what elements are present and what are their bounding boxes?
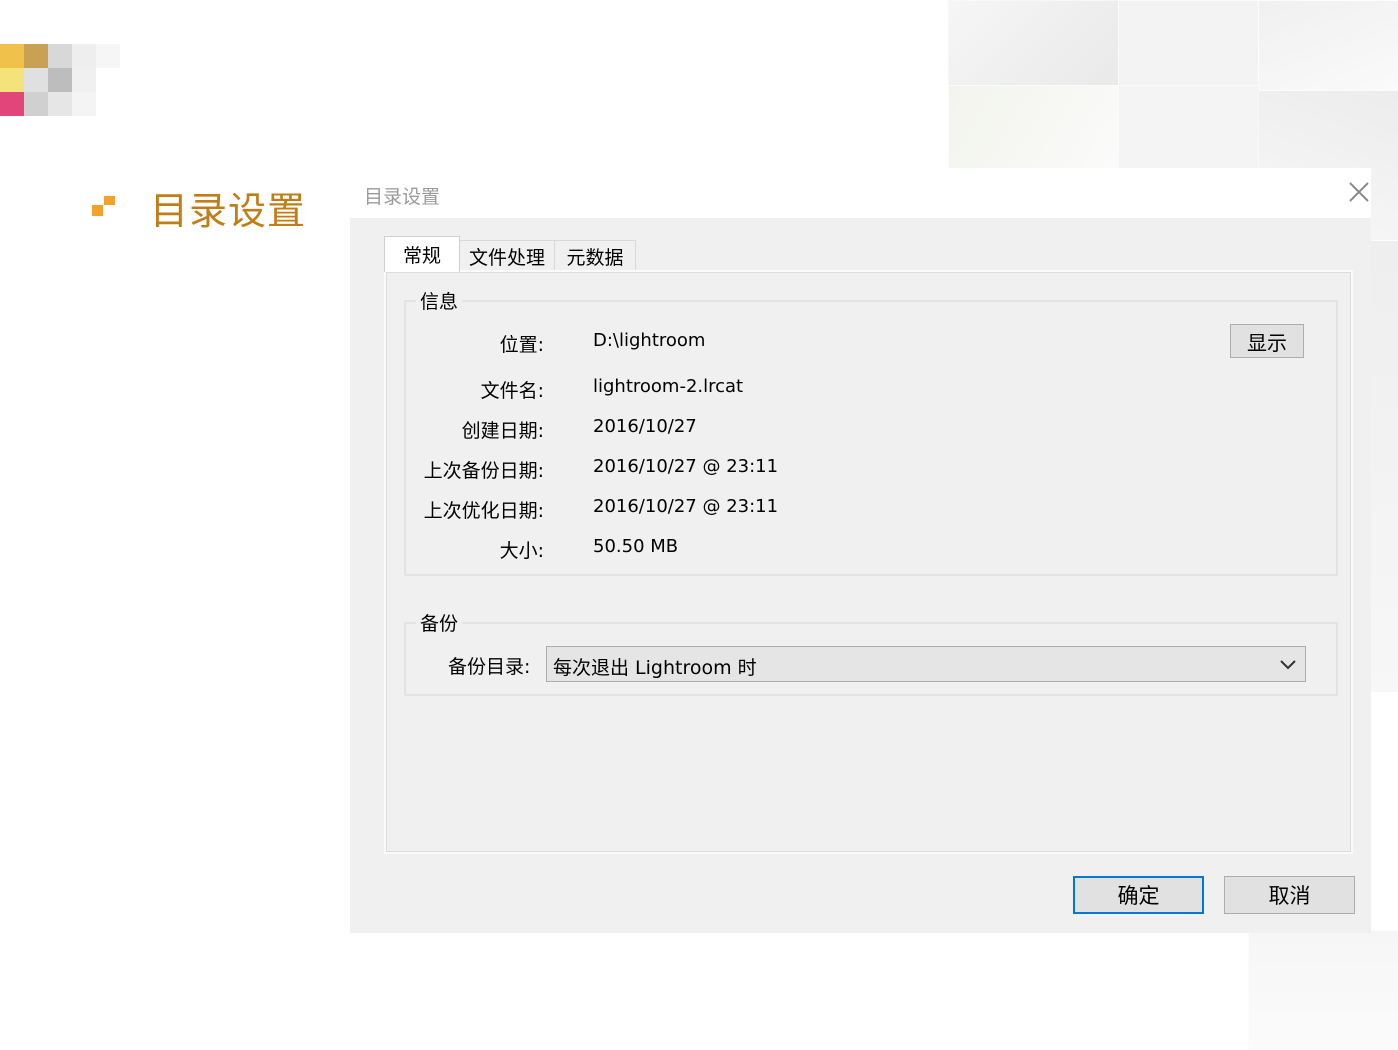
location-value: D:\lightroom [593, 330, 706, 351]
dialog-body: 常规 文件处理 元数据 信息 显示 位置: D:\lightroom 文件名: … [350, 218, 1371, 933]
bullet-icon [92, 196, 118, 222]
info-row-last-backup: 上次备份日期: 2016/10/27 @ 23:11 [406, 456, 1306, 484]
backup-frequency-value: 每次退出 Lightroom 时 [553, 657, 757, 679]
last-optimize-label: 上次优化日期: [423, 500, 544, 522]
filename-value: lightroom-2.lrcat [593, 376, 744, 397]
tab-general[interactable]: 常规 [384, 236, 460, 272]
last-backup-value: 2016/10/27 @ 23:11 [593, 456, 779, 477]
info-row-location: 位置: D:\lightroom [406, 330, 1306, 358]
info-row-filename: 文件名: lightroom-2.lrcat [406, 376, 1306, 404]
created-date-value: 2016/10/27 [593, 416, 697, 437]
backup-group: 备份 备份目录: 每次退出 Lightroom 时 [404, 609, 1338, 696]
filename-label: 文件名: [480, 380, 544, 402]
info-group-label: 信息 [416, 287, 463, 314]
tab-metadata[interactable]: 元数据 [554, 240, 636, 272]
info-row-last-optimize: 上次优化日期: 2016/10/27 @ 23:11 [406, 496, 1306, 524]
backup-frequency-label: 备份目录: [448, 656, 531, 678]
last-backup-label: 上次备份日期: [423, 460, 544, 482]
cancel-button[interactable]: 取消 [1224, 876, 1355, 914]
size-value: 50.50 MB [593, 536, 679, 557]
size-label: 大小: [499, 540, 544, 562]
info-group: 信息 显示 位置: D:\lightroom 文件名: lightroom-2.… [404, 287, 1338, 576]
info-row-created: 创建日期: 2016/10/27 [406, 416, 1306, 444]
chevron-down-icon [1279, 657, 1297, 671]
tab-file-handling[interactable]: 文件处理 [459, 240, 555, 272]
logo-mosaic [0, 44, 130, 124]
tab-panel-general: 信息 显示 位置: D:\lightroom 文件名: lightroom-2.… [384, 270, 1353, 854]
info-row-size: 大小: 50.50 MB [406, 536, 1306, 564]
dialog-title: 目录设置 [364, 186, 441, 208]
backup-group-label: 备份 [416, 609, 463, 636]
backup-frequency-select[interactable]: 每次退出 Lightroom 时 [546, 646, 1306, 682]
dialog-titlebar: 目录设置 [350, 168, 1371, 218]
created-date-label: 创建日期: [461, 420, 544, 442]
slide-title: 目录设置 [150, 189, 307, 233]
last-optimize-value: 2016/10/27 @ 23:11 [593, 496, 779, 517]
location-label: 位置: [499, 334, 544, 356]
ok-button[interactable]: 确定 [1073, 876, 1204, 914]
close-icon[interactable] [1347, 180, 1371, 204]
